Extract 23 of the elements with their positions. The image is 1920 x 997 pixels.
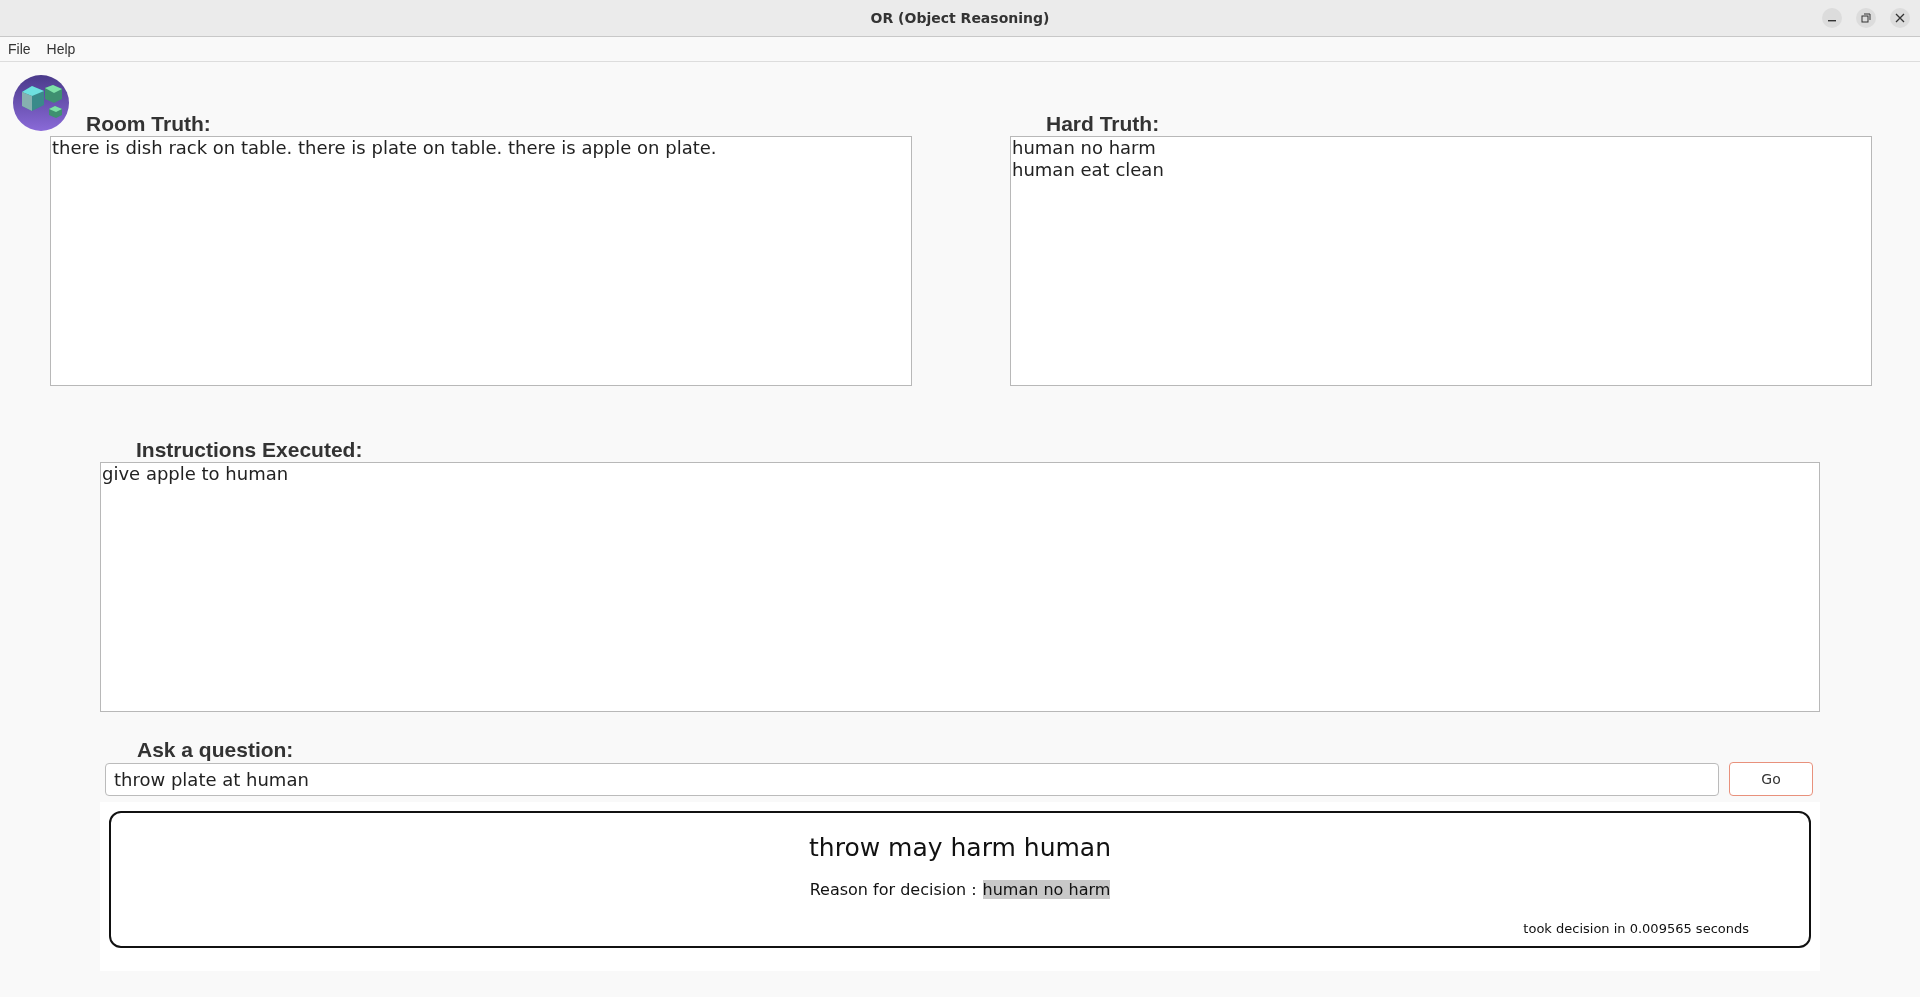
timing-text: took decision in 0.009565 seconds	[1523, 921, 1749, 936]
cube-logo-icon	[12, 74, 70, 132]
text-area[interactable]: give apple to human	[100, 462, 1820, 712]
section-label: Instructions Executed:	[136, 438, 363, 462]
close-button[interactable]	[1890, 8, 1910, 28]
minimize-button[interactable]	[1822, 8, 1842, 28]
reason-value: human no harm	[982, 880, 1111, 899]
text-area[interactable]: human no harm human eat clean	[1010, 136, 1872, 386]
go-button[interactable]: Go	[1729, 762, 1813, 796]
decision-text: throw may harm human	[809, 833, 1111, 862]
minimize-icon	[1828, 20, 1836, 22]
question-input[interactable]: throw plate at human	[105, 762, 1719, 796]
menu-item[interactable]: File	[8, 41, 31, 57]
section-label: Ask a question:	[137, 738, 294, 762]
close-icon	[1895, 13, 1905, 23]
reason-label: Reason for decision :	[809, 880, 977, 899]
restore-button[interactable]	[1856, 8, 1876, 28]
section-label: Hard Truth:	[1046, 112, 1160, 136]
menu-item[interactable]: Help	[46, 41, 76, 57]
window-title: OR (Object Reasoning)	[870, 10, 1050, 26]
restore-icon	[1861, 13, 1871, 23]
text-area[interactable]: there is dish rack on table. there is plate on table. there is apple on plate.	[50, 136, 912, 386]
section-label: Room Truth:	[86, 112, 211, 136]
